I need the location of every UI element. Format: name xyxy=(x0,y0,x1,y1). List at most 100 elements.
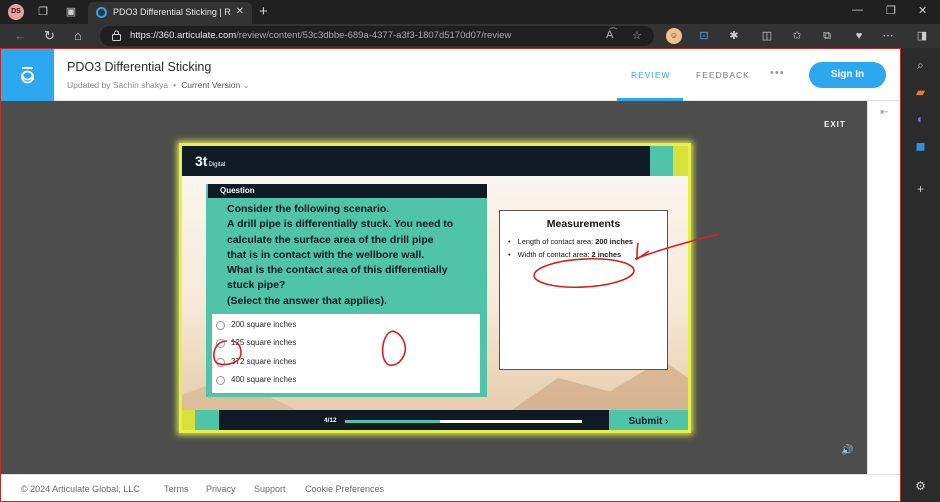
app-header: PDO3 Differential Sticking Updated by Sa… xyxy=(1,49,900,101)
answer-option-3[interactable]: 372 square inches xyxy=(212,354,480,372)
add-icon[interactable]: + xyxy=(913,182,928,197)
minimize-icon[interactable]: — xyxy=(852,4,863,16)
question-line: What is the contact area of this differe… xyxy=(227,264,448,277)
url-host: https://360.articulate.com xyxy=(130,30,237,41)
measurements-list: Length of contact area: 200 inches Width… xyxy=(508,235,668,261)
question-line: Consider the following scenario. xyxy=(227,203,390,215)
chevron-down-icon[interactable]: ⌄ xyxy=(240,80,250,90)
brand-logo: 3tDigital xyxy=(195,153,225,169)
answer-option-4[interactable]: 400 square inches xyxy=(212,372,480,390)
more-options-icon[interactable]: ••• xyxy=(770,67,785,79)
url-text: https://360.articulate.com/review/conten… xyxy=(130,30,511,41)
address-bar[interactable]: https://360.articulate.com/review/conten… xyxy=(100,26,654,46)
brand-name: 3t xyxy=(195,153,208,169)
measurements-panel: Measurements Length of contact area: 200… xyxy=(499,210,668,370)
question-line: stuck pipe? xyxy=(227,279,286,292)
restore-icon[interactable]: ❐ xyxy=(886,4,896,17)
tab-title: PDO3 Differential Sticking | Revie xyxy=(113,7,231,17)
outlook-icon[interactable]: ◼ xyxy=(913,139,928,154)
question-line: that is in contact with the wellbore wal… xyxy=(227,248,425,261)
question-header: Question xyxy=(208,184,487,198)
close-tab-icon[interactable]: ✕ xyxy=(236,6,244,17)
settings-icon[interactable]: ⚙ xyxy=(913,479,928,494)
document-meta: Updated by Sachin shakya • Current Version… xyxy=(67,80,250,91)
extension-avatar-icon[interactable]: ☺ xyxy=(666,28,682,44)
answer-option-1[interactable]: 200 square inches xyxy=(212,317,480,335)
answer-option-2[interactable]: 125 square inches xyxy=(212,335,480,353)
performance-icon[interactable]: ♥ xyxy=(851,28,867,44)
slide-footer-bar: 4/12 Submit › xyxy=(182,410,688,430)
measurement-item: Length of contact area: 200 inches xyxy=(508,235,668,248)
favorites-icon[interactable]: ✩ xyxy=(789,28,805,44)
decor-teal-block xyxy=(195,410,219,430)
answer-options: 200 square inches 125 square inches 372 … xyxy=(212,314,480,393)
read-aloud-icon[interactable]: A͡ xyxy=(606,29,613,41)
browser-toolbar: ← ↻ ⌂ https://360.articulate.com/review/… xyxy=(0,24,940,48)
search-icon[interactable]: ⌕ xyxy=(913,58,928,73)
page-title: PDO3 Differential Sticking xyxy=(67,60,212,74)
answer-label: 372 square inches xyxy=(231,357,297,366)
answer-label: 125 square inches xyxy=(231,338,297,347)
page-footer: © 2024 Articulate Global, LLC Terms Priv… xyxy=(1,474,900,501)
sign-in-button[interactable]: Sign In xyxy=(809,62,886,88)
measurement-value: 2 inches xyxy=(591,250,622,259)
answer-label: 200 square inches xyxy=(231,320,297,329)
footer-link-support[interactable]: Support xyxy=(254,484,286,494)
profile-avatar[interactable]: DS xyxy=(8,4,24,20)
split-screen-icon[interactable]: ◫ xyxy=(759,28,775,44)
more-icon[interactable]: ⋯ xyxy=(880,28,896,44)
tools-icon[interactable]: ▰ xyxy=(913,85,928,100)
articulate-logo[interactable] xyxy=(1,49,54,101)
exit-button[interactable]: EXIT xyxy=(824,120,846,129)
articulate-logo-icon xyxy=(21,67,34,84)
measurement-item: Width of contact area: 2 inches xyxy=(508,248,668,261)
review-side-rail: ⇤ xyxy=(867,101,900,474)
close-window-icon[interactable]: ✕ xyxy=(918,4,927,17)
sidebar-toggle-icon[interactable]: ◨ xyxy=(914,28,930,44)
submit-button[interactable]: Submit › xyxy=(609,410,688,430)
progress-fill xyxy=(345,420,440,423)
home-icon[interactable]: ⌂ xyxy=(74,29,82,43)
meta-separator: • xyxy=(173,80,177,90)
radio-button[interactable] xyxy=(216,339,225,348)
back-icon[interactable]: ← xyxy=(14,29,27,43)
decor-teal-block xyxy=(650,146,673,176)
tab-actions-icon[interactable]: ▣ xyxy=(64,5,78,19)
measurement-label: Width of contact area: xyxy=(517,250,592,259)
answer-label: 400 square inches xyxy=(231,375,297,384)
refresh-icon[interactable]: ↻ xyxy=(44,29,55,43)
copyright-text: © 2024 Articulate Global, LLC xyxy=(21,484,140,494)
tab-review[interactable]: REVIEW xyxy=(631,70,671,80)
extension-capture-icon[interactable]: ⊡ xyxy=(696,28,712,44)
footer-link-privacy[interactable]: Privacy xyxy=(206,484,236,494)
measurements-title: Measurements xyxy=(546,218,621,230)
updated-by: Updated by Sachin shakya xyxy=(67,80,169,90)
footer-link-cookie-preferences[interactable]: Cookie Preferences xyxy=(305,484,384,494)
radio-button[interactable] xyxy=(216,358,225,367)
footer-link-terms[interactable]: Terms xyxy=(164,484,189,494)
new-tab-button[interactable]: + xyxy=(259,3,268,20)
url-path: /review/content/53c3dbbe-689a-4377-a3f3-… xyxy=(236,30,512,41)
radio-button[interactable] xyxy=(216,376,225,385)
workspaces-icon[interactable]: ❐ xyxy=(36,5,50,19)
version-dropdown[interactable]: Current Version xyxy=(181,80,240,90)
collections-icon[interactable]: ⧉ xyxy=(819,28,835,44)
favorite-icon[interactable]: ☆ xyxy=(632,29,642,42)
volume-icon[interactable]: 🔊 xyxy=(841,445,853,456)
radio-button[interactable] xyxy=(216,321,225,330)
articulate-favicon-icon xyxy=(96,7,107,18)
decor-lime-block xyxy=(182,410,195,430)
lock-icon xyxy=(112,30,121,41)
edge-sidebar: ⌕ ▰ ◐ ◼ + ⚙ xyxy=(901,48,940,502)
slide-header-bar: 3tDigital xyxy=(182,146,688,176)
decor-lime-block xyxy=(673,146,688,176)
browser-tab[interactable]: PDO3 Differential Sticking | Revie ✕ xyxy=(88,2,252,24)
tab-feedback[interactable]: FEEDBACK xyxy=(696,70,750,80)
question-line: (Select the answer that applies). xyxy=(227,294,387,307)
extensions-icon[interactable]: ✱ xyxy=(726,28,742,44)
measurement-value: 200 inches xyxy=(595,237,634,246)
question-text: Consider the following scenario. A drill… xyxy=(227,202,479,309)
copilot-icon[interactable]: ◐ xyxy=(913,112,928,127)
browser-tab-bar: DS ❐ ▣ PDO3 Differential Sticking | Revi… xyxy=(0,0,940,24)
collapse-panel-icon[interactable]: ⇤ xyxy=(880,107,888,118)
